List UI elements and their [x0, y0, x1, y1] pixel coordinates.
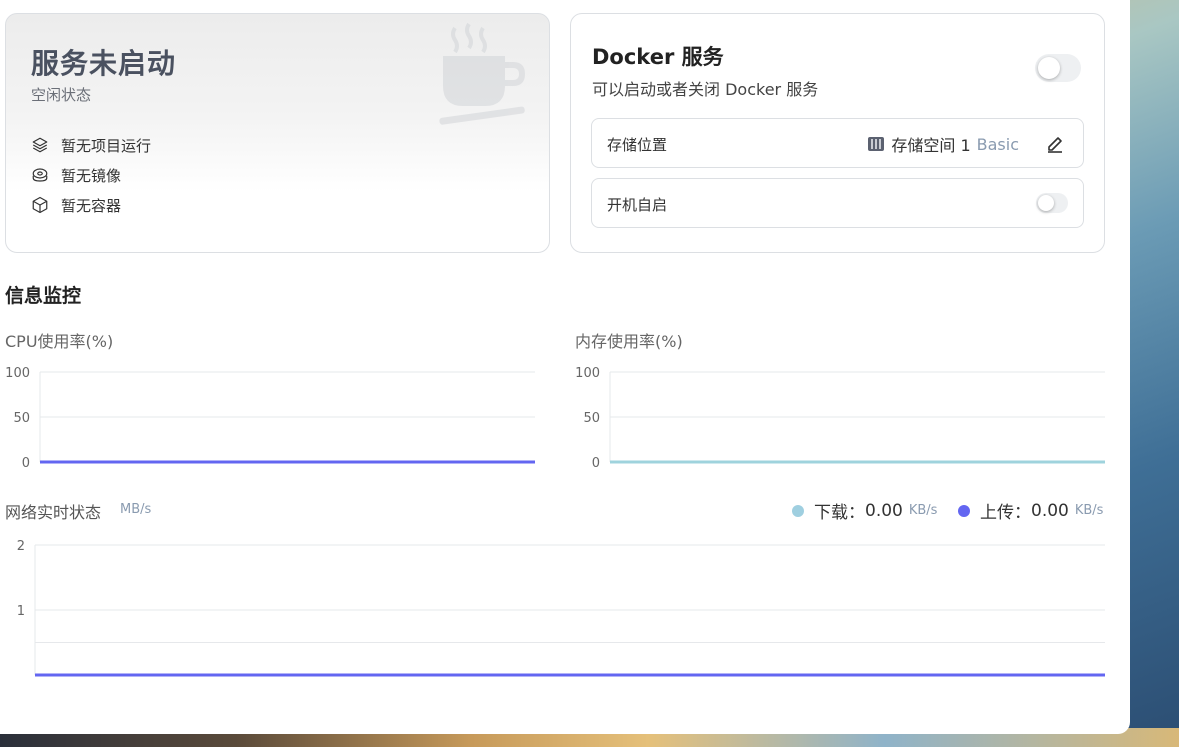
memory-usage-chart: 100 50 0	[575, 366, 1105, 471]
legend-download-dot	[792, 504, 804, 517]
storage-volume-icon	[868, 137, 885, 151]
storage-location-row: 存储位置 存储空间 1 Basic	[591, 118, 1084, 168]
docker-service-toggle[interactable]	[1035, 54, 1081, 82]
coffee-cup-icon	[439, 22, 525, 125]
y-tick-label: 100	[5, 366, 30, 381]
y-tick-label: 0	[22, 456, 30, 471]
legend-download-label: 下载：	[814, 503, 865, 523]
legend-upload-unit: KB/s	[1074, 503, 1104, 518]
docker-service-card: Docker 服务 可以启动或者关闭 Docker 服务 存储位置 存储空间 1…	[570, 13, 1105, 253]
legend-upload: 上传： 0.00 KB/s	[958, 498, 1103, 523]
status-list: 暂无项目运行 暂无镜像 暂无容器	[31, 130, 151, 220]
legend-download-unit: KB/s	[908, 503, 938, 518]
service-status-subtitle: 空闲状态	[31, 86, 92, 104]
cpu-chart-title: CPU使用率(%)	[5, 332, 114, 351]
service-status-title: 服务未启动	[31, 47, 177, 80]
edit-icon[interactable]	[1045, 133, 1065, 153]
autostart-toggle[interactable]	[1036, 193, 1068, 213]
status-item-label: 暂无容器	[61, 196, 122, 215]
y-tick-label: 0	[592, 456, 600, 471]
y-tick-label: 2	[17, 539, 25, 554]
network-chart-unit: MB/s	[120, 502, 152, 517]
docker-service-subtitle: 可以启动或者关闭 Docker 服务	[592, 80, 819, 99]
autostart-row: 开机自启	[591, 178, 1084, 228]
toggle-knob	[1038, 57, 1060, 79]
storage-volume-tag: Basic	[976, 134, 1019, 154]
y-tick-label: 50	[583, 411, 600, 426]
layers-icon	[32, 137, 48, 153]
y-tick-label: 50	[13, 411, 30, 426]
status-item-label: 暂无项目运行	[61, 136, 152, 155]
storage-location-label: 存储位置	[607, 136, 668, 154]
network-chart: 21	[17, 539, 1105, 677]
status-item-images: 暂无镜像	[31, 160, 151, 190]
docker-service-title: Docker 服务	[592, 45, 724, 69]
status-item-projects: 暂无项目运行	[31, 130, 151, 160]
legend-upload-dot	[958, 504, 970, 517]
status-item-label: 暂无镜像	[61, 166, 122, 185]
service-status-card: 服务未启动 空闲状态 暂无项目运行 暂无镜像 暂无容器	[5, 13, 550, 253]
memory-chart-title: 内存使用率(%)	[575, 332, 683, 351]
storage-volume-name: 存储空间 1	[891, 136, 971, 155]
disc-icon	[32, 168, 48, 182]
monitor-section-title: 信息监控	[5, 285, 82, 307]
legend-upload-value: 0.00	[1031, 500, 1069, 521]
toggle-knob	[1038, 195, 1054, 211]
autostart-label: 开机自启	[607, 196, 668, 214]
box-icon	[32, 196, 48, 214]
legend-download-value: 0.00	[865, 500, 903, 521]
storage-location-value: 存储空间 1 Basic	[867, 132, 1019, 156]
y-tick-label: 100	[575, 366, 600, 381]
status-item-containers: 暂无容器	[31, 190, 151, 220]
y-tick-label: 1	[17, 604, 25, 619]
cpu-usage-chart: 100 50 0	[5, 366, 535, 471]
network-chart-title: 网络实时状态	[5, 503, 102, 522]
legend-download: 下载： 0.00 KB/s	[792, 498, 937, 523]
legend-upload-label: 上传：	[980, 503, 1031, 523]
docker-panel: 服务未启动 空闲状态 暂无项目运行 暂无镜像 暂无容器 Docker 服务 可以…	[0, 0, 1130, 734]
